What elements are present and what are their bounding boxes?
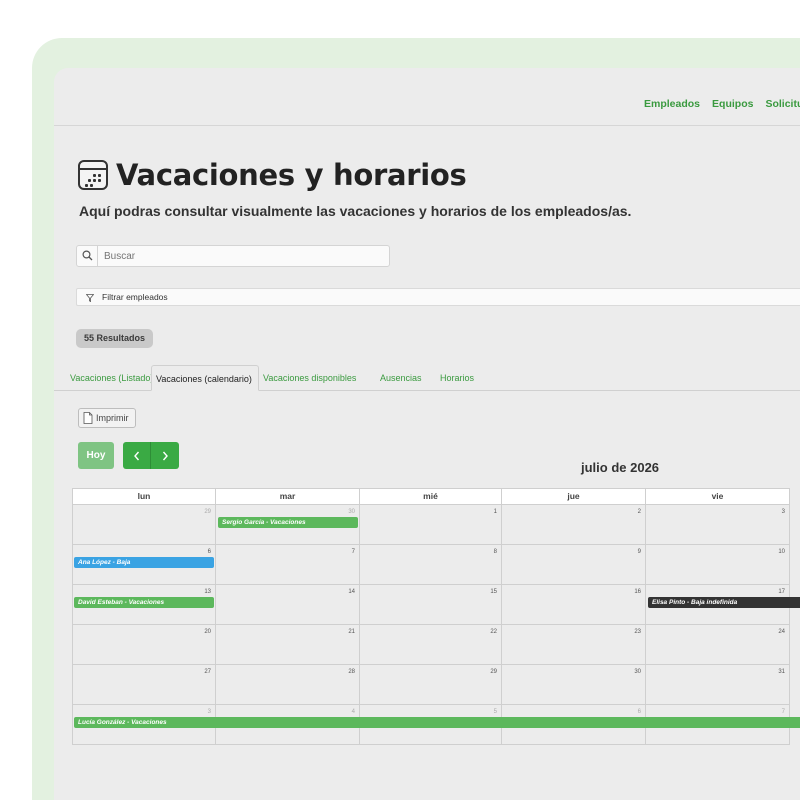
- calendar-nav-buttons: [123, 442, 179, 469]
- tab-vacaciones-calendario[interactable]: Vacaciones (calendario): [151, 365, 259, 391]
- calendar-day-cell[interactable]: 10: [646, 545, 790, 585]
- nav-link-equipos[interactable]: Equipos: [712, 98, 753, 110]
- print-button[interactable]: Imprimir: [78, 408, 136, 428]
- search-input[interactable]: [104, 249, 384, 263]
- tab-horarios[interactable]: Horarios: [440, 373, 474, 383]
- calendar-event[interactable]: Ana López - Baja: [74, 557, 214, 568]
- page-title: Vacaciones y horarios: [116, 158, 467, 192]
- filter-label: Filtrar empleados: [102, 292, 168, 302]
- calendar-day-cell[interactable]: 21: [216, 625, 360, 665]
- calendar-day-cell[interactable]: 28: [216, 665, 360, 705]
- calendar-week-row: 27 28 29 30 31: [72, 665, 790, 705]
- calendar-day-cell[interactable]: 29: [360, 665, 502, 705]
- page-subtitle: Aquí podras consultar visualmente las va…: [79, 203, 632, 219]
- print-label: Imprimir: [96, 413, 129, 423]
- calendar-day-cell[interactable]: 30: [502, 665, 646, 705]
- day-number: 2: [637, 509, 641, 515]
- calendar-day-cell[interactable]: 29: [72, 505, 216, 545]
- calendar-week-row: 20 21 22 23 24: [72, 625, 790, 665]
- calendar-day-cell[interactable]: 14: [216, 585, 360, 625]
- today-button[interactable]: Hoy: [78, 442, 114, 469]
- day-number: 7: [781, 709, 785, 715]
- document-icon: [83, 412, 93, 424]
- next-month-button[interactable]: [151, 442, 179, 469]
- calendar-event[interactable]: Lucía González - Vacaciones: [74, 717, 800, 728]
- day-number: 1: [493, 509, 497, 515]
- day-number: 27: [204, 669, 211, 675]
- page-header: Vacaciones y horarios: [78, 158, 467, 192]
- calendar-day-cell[interactable]: 3: [646, 505, 790, 545]
- calendar-day-cell[interactable]: 24: [646, 625, 790, 665]
- calendar-day-cell[interactable]: 23: [502, 625, 646, 665]
- search-icon: [77, 246, 98, 266]
- day-number: 28: [348, 669, 355, 675]
- day-number: 3: [781, 509, 785, 515]
- calendar-day-cell[interactable]: 16: [502, 585, 646, 625]
- calendar-day-cell[interactable]: 2: [502, 505, 646, 545]
- day-number: 15: [490, 589, 497, 595]
- nav-link-empleados[interactable]: Empleados: [644, 98, 700, 110]
- weekday-label: vie: [646, 488, 790, 505]
- calendar-day-cell[interactable]: 22: [360, 625, 502, 665]
- weekday-label: lun: [72, 488, 216, 505]
- filter-icon: [86, 294, 94, 302]
- top-nav-links: Empleados Equipos Solicitudes: [644, 98, 800, 110]
- day-number: 6: [207, 549, 211, 555]
- calendar-day-cell[interactable]: 31: [646, 665, 790, 705]
- day-number: 22: [490, 629, 497, 635]
- day-number: 10: [778, 549, 785, 555]
- calendar-day-cell[interactable]: 8: [360, 545, 502, 585]
- calendar-day-cell[interactable]: 27: [72, 665, 216, 705]
- day-number: 23: [634, 629, 641, 635]
- day-number: 29: [490, 669, 497, 675]
- day-number: 13: [204, 589, 211, 595]
- calendar-month-title: julio de 2026: [581, 460, 660, 475]
- calendar-week-row: 29 30 1 2 3: [72, 505, 790, 545]
- view-tabs: Vacaciones (Listado) Vacaciones (calenda…: [54, 365, 800, 391]
- day-number: 21: [348, 629, 355, 635]
- nav-link-solicitudes[interactable]: Solicitudes: [765, 98, 800, 110]
- day-number: 4: [351, 709, 355, 715]
- day-number: 5: [493, 709, 497, 715]
- day-number: 29: [204, 509, 211, 515]
- calendar-day-cell[interactable]: 15: [360, 585, 502, 625]
- weekday-label: mié: [360, 488, 502, 505]
- day-number: 6: [637, 709, 641, 715]
- day-number: 9: [637, 549, 641, 555]
- day-number: 30: [348, 509, 355, 515]
- calendar-day-cell[interactable]: 20: [72, 625, 216, 665]
- day-number: 8: [493, 549, 497, 555]
- tab-vacaciones-disponibles[interactable]: Vacaciones disponibles: [263, 373, 356, 383]
- day-number: 20: [204, 629, 211, 635]
- calendar-day-cell[interactable]: 1: [360, 505, 502, 545]
- day-number: 14: [348, 589, 355, 595]
- calendar-event[interactable]: David Esteban - Vacaciones: [74, 597, 214, 608]
- search-box: [76, 245, 390, 267]
- calendar-day-cell[interactable]: 9: [502, 545, 646, 585]
- day-number: 16: [634, 589, 641, 595]
- results-count-badge: 55 Resultados: [76, 329, 154, 348]
- app-screen: Empleados Equipos Solicitudes Vacaciones…: [54, 68, 800, 800]
- tab-vacaciones-listado[interactable]: Vacaciones (Listado): [70, 373, 153, 383]
- day-number: 24: [778, 629, 785, 635]
- tab-ausencias[interactable]: Ausencias: [380, 373, 422, 383]
- chevron-left-icon: [133, 451, 139, 460]
- calendar-grid: lun mar mié jue vie 29 30 1 2 3 6 7 8 9 10 13 14 15 16 17 20…: [72, 488, 800, 746]
- top-navigation: Empleados Equipos Solicitudes: [54, 68, 800, 126]
- calendar-event[interactable]: Elisa Pinto - Baja indefinida: [648, 597, 800, 608]
- chevron-right-icon: [162, 451, 168, 460]
- employee-filter[interactable]: Filtrar empleados: [76, 288, 800, 306]
- calendar-event[interactable]: Sergio García - Vacaciones: [218, 517, 358, 528]
- day-number: 7: [351, 549, 355, 555]
- calendar-weekday-header: lun mar mié jue vie: [72, 488, 790, 505]
- weekday-label: mar: [216, 488, 360, 505]
- calendar-icon: [78, 160, 108, 190]
- weekday-label: jue: [502, 488, 646, 505]
- day-number: 17: [778, 589, 785, 595]
- calendar-day-cell[interactable]: 7: [216, 545, 360, 585]
- prev-month-button[interactable]: [123, 442, 151, 469]
- day-number: 31: [778, 669, 785, 675]
- day-number: 3: [207, 709, 211, 715]
- day-number: 30: [634, 669, 641, 675]
